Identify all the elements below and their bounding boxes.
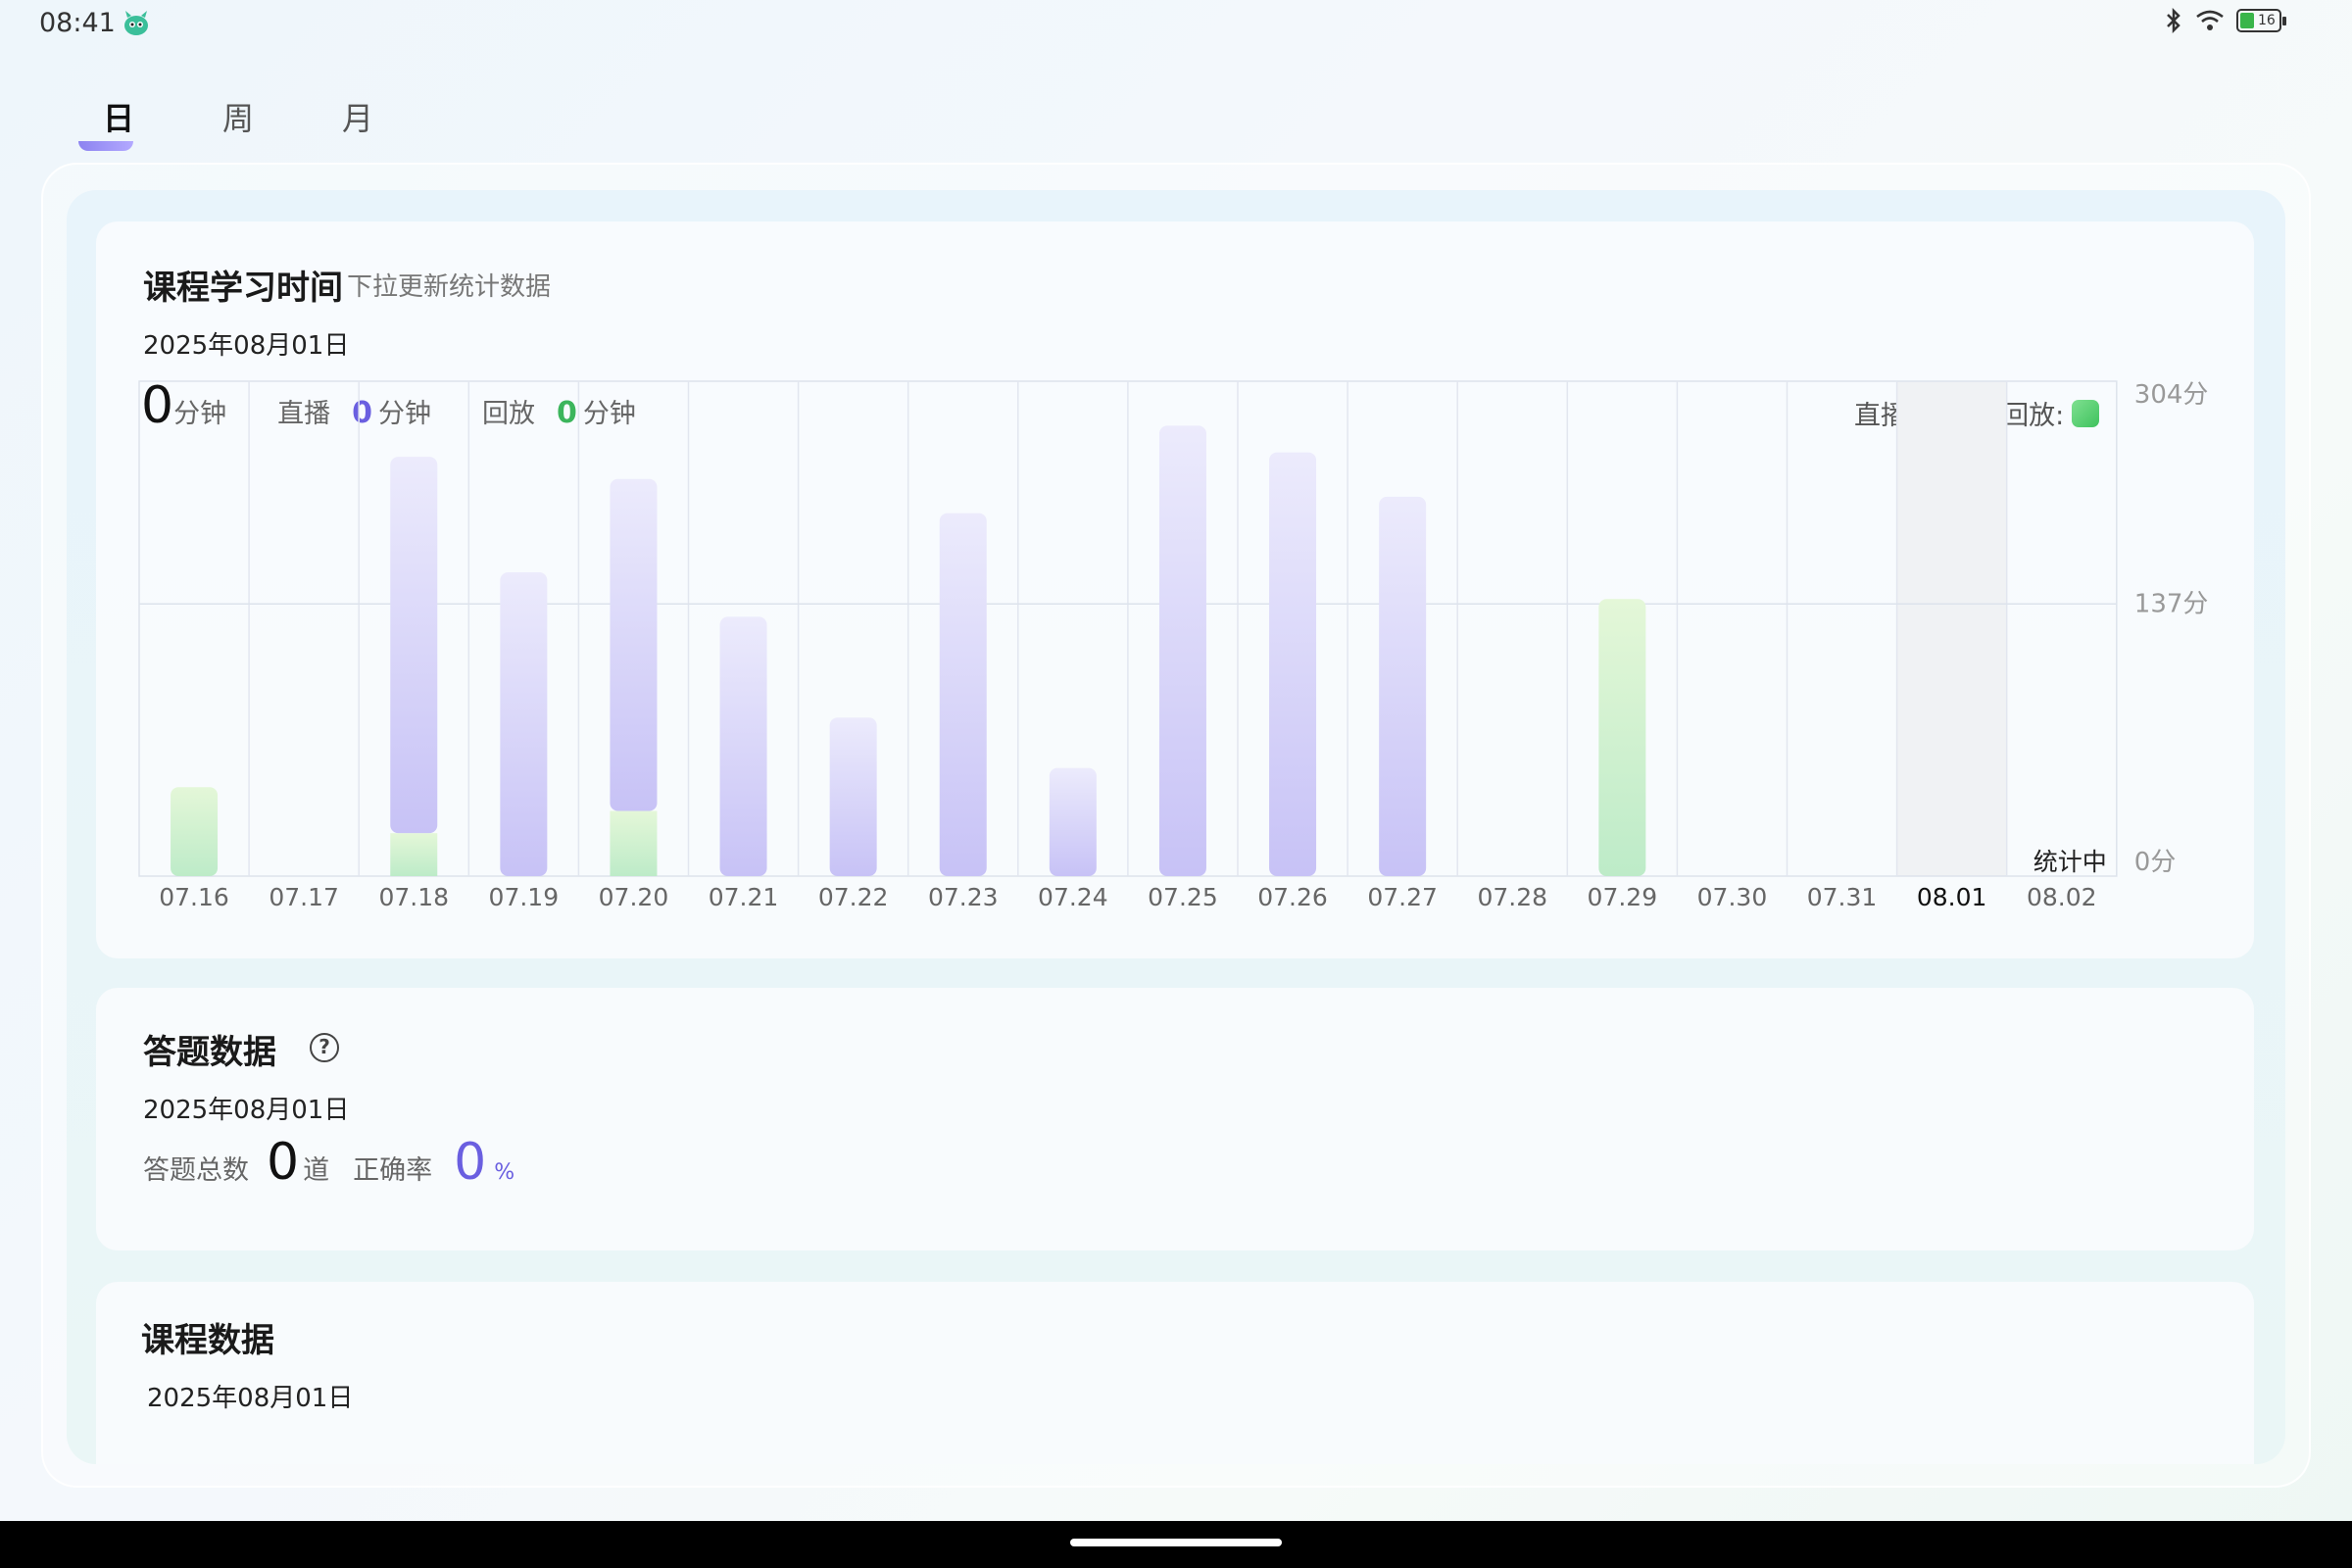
x-tick-label: 07.25 [1148,883,1218,911]
answer-total-unit: 道 [303,1155,330,1186]
status-time: 08:41 [39,8,116,38]
answer-data-card: 答题数据 ? 2025年08月01日 答题总数 0 道 正确率 0 % [96,988,2254,1250]
answer-summary: 答题总数 0 道 正确率 0 % [143,1133,514,1192]
answer-total-label: 答题总数 [143,1155,249,1186]
bar-live [500,572,548,876]
highlight-column [1896,381,2007,876]
answer-total-value: 0 [267,1133,300,1192]
x-tick-label: 07.21 [709,883,779,911]
bar-replay [1598,599,1646,876]
bar-live [1269,452,1317,876]
x-tick-label: 07.24 [1038,883,1108,911]
course-data-date: 2025年08月01日 [147,1384,354,1413]
bar-live [719,616,767,876]
bar-live [390,457,438,834]
status-bar: 08:41 16 [0,0,2352,49]
tab-week-label: 周 [221,100,254,137]
bar-live [610,478,658,811]
tab-month[interactable]: 月 [298,84,417,153]
accuracy-label: 正确率 [353,1155,433,1186]
scroll-content[interactable]: 课程学习时间 下拉更新统计数据 2025年08月01日 0 分钟 直播 0 分钟… [67,190,2285,1464]
bar-live [1049,767,1097,876]
x-tick-label: 07.27 [1367,883,1438,911]
y-tick-label: 304分 [2134,380,2209,410]
battery-level: 16 [2258,13,2276,28]
wifi-icon [2196,10,2224,30]
app-mascot-icon [124,11,148,35]
y-tick-label: 0分 [2134,848,2177,877]
battery-icon: 16 [2236,9,2286,32]
tab-day[interactable]: 日 [59,84,178,153]
bluetooth-icon [2167,8,2180,33]
tab-day-label: 日 [102,100,134,137]
x-tick-label: 07.22 [818,883,889,911]
x-tick-label: 07.17 [269,883,339,911]
bar-replay [610,810,658,876]
study-time-card: 课程学习时间 下拉更新统计数据 2025年08月01日 0 分钟 直播 0 分钟… [96,221,2254,958]
bar-live [829,717,877,876]
home-indicator[interactable] [1070,1539,1282,1546]
period-tabs: 日 周 月 [59,84,417,153]
x-tick-label: 07.16 [159,883,229,911]
y-tick-label: 137分 [2134,589,2209,618]
x-tick-label: 07.30 [1697,883,1768,911]
bar-replay [390,833,438,876]
x-tick-label: 07.31 [1807,883,1878,911]
x-tick-label: 07.28 [1477,883,1547,911]
x-tick-label: 08.01 [1917,883,1987,911]
answer-data-date: 2025年08月01日 [143,1096,350,1125]
x-tick-label: 08.02 [2027,883,2097,911]
answer-data-title: 答题数据 [143,1033,276,1072]
bar-live [1379,496,1427,876]
course-data-card: 课程数据 2025年08月01日 [96,1282,2254,1464]
x-tick-label: 07.19 [489,883,560,911]
help-icon[interactable]: ? [310,1033,339,1062]
tab-month-label: 月 [341,100,373,137]
x-tick-label: 07.29 [1588,883,1658,911]
tab-active-indicator [78,141,133,151]
x-tick-label: 07.20 [599,883,669,911]
bar-live [939,513,987,876]
accuracy-unit: % [494,1160,515,1185]
study-time-chart: 07.16 07.17 07.18 07.19 07.20 07.21 07.22 07.23… [138,380,2209,911]
course-data-title: 课程数据 [141,1321,274,1360]
bar-live [1158,425,1206,876]
accuracy-value: 0 [454,1133,487,1192]
x-tick-label: 07.18 [378,883,449,911]
counting-label: 统计中 [2034,848,2107,876]
x-tick-label: 07.23 [928,883,999,911]
status-icons: 16 [2164,8,2286,33]
x-tick-label: 07.26 [1257,883,1328,911]
tab-week[interactable]: 周 [178,84,298,153]
bar-replay [171,787,219,876]
